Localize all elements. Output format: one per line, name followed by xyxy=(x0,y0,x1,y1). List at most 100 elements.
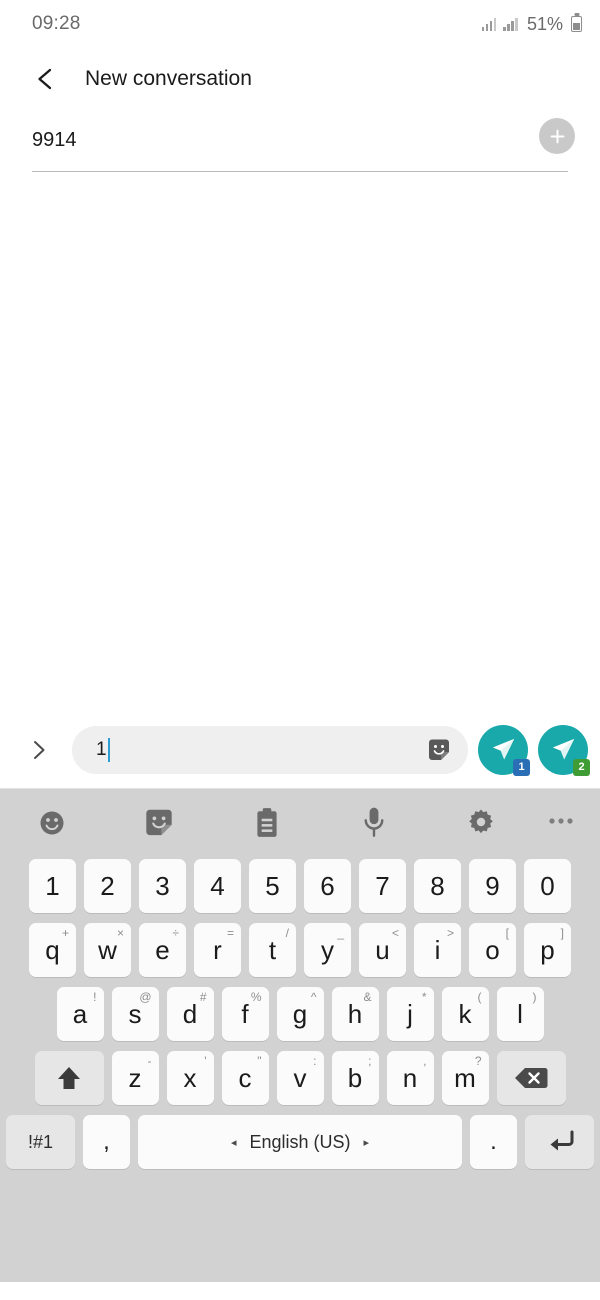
key-0[interactable]: 0 xyxy=(524,859,571,913)
voice-input-button[interactable] xyxy=(361,806,387,839)
send-icon xyxy=(552,738,574,760)
keyboard-sticker-button[interactable] xyxy=(144,808,174,838)
expand-attachments-button[interactable] xyxy=(22,733,56,767)
key-s[interactable]: @ s xyxy=(111,987,159,1041)
emoji-button[interactable] xyxy=(37,808,67,838)
key-label: d xyxy=(182,999,198,1029)
key-1[interactable]: 1 xyxy=(29,859,76,913)
key-p[interactable]: ] p xyxy=(524,923,571,977)
conversation-thread xyxy=(0,172,600,711)
key-u[interactable]: < u xyxy=(359,923,406,977)
send-button-sim2[interactable]: 2 xyxy=(538,724,590,776)
key-secondary-label: ( xyxy=(477,990,482,1004)
message-input[interactable]: 1 xyxy=(72,725,468,774)
key-secondary-label: # xyxy=(199,990,207,1004)
key-a[interactable]: ! a xyxy=(56,987,104,1041)
key-secondary-label: : xyxy=(313,1054,317,1068)
key-label: t xyxy=(268,935,277,965)
key-m[interactable]: ? m xyxy=(441,1051,489,1105)
key-g[interactable]: ^ g xyxy=(276,987,324,1041)
key-l[interactable]: ) l xyxy=(496,987,544,1041)
key-b[interactable]: ; b xyxy=(331,1051,379,1105)
key-y[interactable]: _ y xyxy=(304,923,351,977)
shift-key[interactable] xyxy=(34,1051,104,1105)
key-label: n xyxy=(402,1063,418,1093)
keyboard-rows: 1 2 3 4 5 6 7 8 9 0 + q × w ÷ e = r / t _ y < u… xyxy=(0,854,600,1174)
key-c[interactable]: " c xyxy=(221,1051,269,1105)
key-secondary-label: - xyxy=(147,1054,152,1068)
key-q[interactable]: + q xyxy=(29,923,76,977)
key-4[interactable]: 4 xyxy=(194,859,241,913)
key-e[interactable]: ÷ e xyxy=(139,923,186,977)
sticker-icon xyxy=(429,739,449,760)
key-label: 2 xyxy=(100,871,115,901)
send-button-sim1[interactable]: 1 xyxy=(478,724,530,776)
key-3[interactable]: 3 xyxy=(139,859,186,913)
key-label: c xyxy=(238,1063,252,1093)
key-label: w xyxy=(98,935,117,965)
key-7[interactable]: 7 xyxy=(359,859,406,913)
recipient-input[interactable]: 9914 xyxy=(32,110,568,172)
keyboard-row-qwerty: + q × w ÷ e = r / t _ y < u > i [o ] p xyxy=(6,918,594,982)
key-k[interactable]: (k xyxy=(441,987,489,1041)
signal-sim2-icon xyxy=(503,17,518,31)
key-v[interactable]: :v xyxy=(276,1051,324,1105)
key-label: 9 xyxy=(485,871,500,901)
status-time: 09:28 xyxy=(32,13,81,34)
key-t[interactable]: / t xyxy=(249,923,296,977)
key-secondary-label: % xyxy=(250,990,262,1004)
key-n[interactable]: ,n xyxy=(386,1051,434,1105)
key-d[interactable]: # d xyxy=(166,987,214,1041)
sticker-button[interactable] xyxy=(424,735,454,765)
next-language-arrow-icon[interactable]: ▸ xyxy=(364,1136,370,1149)
key-z[interactable]: -z xyxy=(111,1051,159,1105)
keyboard-row-space: !#1 , ◂ English (US) ▸ . xyxy=(6,1110,594,1174)
period-key[interactable]: . xyxy=(470,1115,517,1169)
key-2[interactable]: 2 xyxy=(84,859,131,913)
key-secondary-label: @ xyxy=(139,990,152,1004)
key-i[interactable]: > i xyxy=(414,923,461,977)
app-bar: New conversation xyxy=(0,48,600,110)
battery-icon xyxy=(571,16,582,32)
key-label: 0 xyxy=(540,871,555,901)
key-secondary-label: < xyxy=(391,926,399,940)
keyboard-toolbar xyxy=(0,791,600,854)
key-r[interactable]: = r xyxy=(194,923,241,977)
backspace-key[interactable] xyxy=(496,1051,566,1105)
key-8[interactable]: 8 xyxy=(414,859,461,913)
key-h[interactable]: & h xyxy=(331,987,379,1041)
enter-key[interactable] xyxy=(525,1115,594,1169)
key-9[interactable]: 9 xyxy=(469,859,516,913)
recipient-section: 9914 xyxy=(0,110,600,172)
key-o[interactable]: [o xyxy=(469,923,516,977)
key-secondary-label: & xyxy=(363,990,372,1004)
space-key[interactable]: ◂ English (US) ▸ xyxy=(138,1115,462,1169)
key-label: f xyxy=(241,999,249,1029)
chevron-right-icon xyxy=(34,740,45,759)
key-5[interactable]: 5 xyxy=(249,859,296,913)
key-x[interactable]: ' x xyxy=(166,1051,214,1105)
key-label: z xyxy=(128,1063,142,1093)
emoji-icon xyxy=(40,811,64,835)
current-language-label: English (US) xyxy=(249,1131,351,1152)
symbols-key[interactable]: !#1 xyxy=(6,1115,75,1169)
prev-language-arrow-icon[interactable]: ◂ xyxy=(231,1136,237,1149)
comma-key[interactable]: , xyxy=(83,1115,130,1169)
status-bar: 09:28 51% xyxy=(0,0,600,48)
key-label: y xyxy=(321,935,334,965)
add-recipient-button[interactable] xyxy=(539,118,575,154)
sticker-icon xyxy=(146,809,172,836)
key-secondary-label: , xyxy=(423,1054,427,1068)
keyboard-settings-button[interactable] xyxy=(466,807,496,837)
back-button[interactable] xyxy=(28,62,62,96)
key-w[interactable]: × w xyxy=(84,923,131,977)
key-6[interactable]: 6 xyxy=(304,859,351,913)
key-secondary-label: + xyxy=(61,926,69,940)
key-label: q xyxy=(45,935,60,965)
key-j[interactable]: * j xyxy=(386,987,434,1041)
key-f[interactable]: % f xyxy=(221,987,269,1041)
key-label: !#1 xyxy=(27,1131,54,1152)
more-options-button[interactable] xyxy=(548,817,574,825)
clipboard-button[interactable] xyxy=(252,807,282,839)
plus-icon xyxy=(550,129,564,143)
